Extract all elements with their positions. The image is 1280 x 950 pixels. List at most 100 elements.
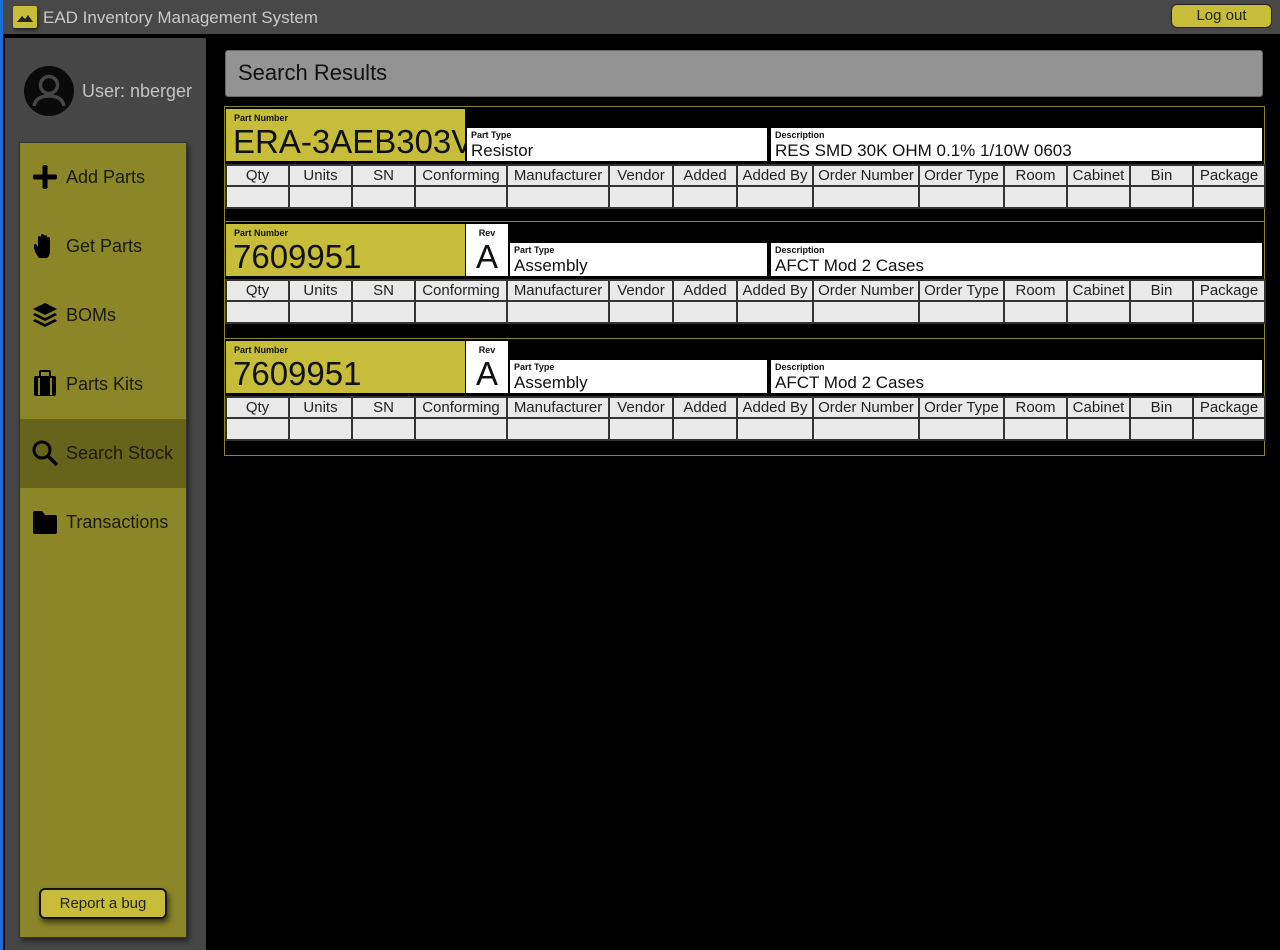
table-cell — [608, 417, 674, 441]
table-cell — [225, 300, 290, 324]
result-card[interactable]: Part Number 7609951 Rev A Part Type Asse… — [224, 338, 1266, 456]
nav-label: BOMs — [66, 305, 117, 325]
rev-box: Rev A — [466, 341, 508, 393]
result-card[interactable]: Part Number ERA-3AEB303V Part Type Resis… — [224, 106, 1266, 222]
nav-label: Transactions — [66, 512, 169, 532]
part-number-label: Part Number — [234, 345, 289, 355]
report-bug-button[interactable]: Report a bug — [39, 888, 167, 919]
suitcase-icon — [34, 370, 56, 396]
part-number-label: Part Number — [234, 228, 289, 238]
logout-button[interactable]: Log out — [1171, 4, 1272, 28]
description-box: Description RES SMD 30K OHM 0.1% 1/10W 0… — [771, 128, 1262, 161]
part-type-label: Part Type — [514, 362, 555, 372]
column-header: Cabinet — [1066, 279, 1131, 302]
description-value: AFCT Mod 2 Cases — [775, 373, 924, 392]
rev-value: A — [475, 355, 498, 392]
table-cell — [1003, 417, 1068, 441]
nav-item-get-parts[interactable]: Get Parts — [20, 212, 186, 281]
table-cell — [351, 185, 416, 209]
column-header: Order Type — [918, 279, 1005, 302]
table-cell — [506, 185, 610, 209]
table-row[interactable] — [225, 300, 1266, 324]
table-row[interactable] — [225, 417, 1266, 441]
result-card[interactable]: Part Number 7609951 Rev A Part Type Asse… — [224, 221, 1266, 339]
column-header: Added By — [736, 279, 814, 302]
table-header-row: Qty Units SN Conforming Manufacturer Ven… — [225, 164, 1266, 187]
column-header: Conforming — [414, 396, 508, 419]
title-bar: EAD Inventory Management System Log out — [3, 0, 1280, 34]
stock-table: Qty Units SN Conforming Manufacturer Ven… — [225, 279, 1266, 324]
table-cell — [288, 417, 353, 441]
table-cell — [812, 185, 920, 209]
sidebar: User: nberger Add Parts Get Parts BOMs P… — [5, 38, 206, 950]
part-type-label: Part Type — [514, 245, 555, 255]
hand-icon — [34, 234, 50, 258]
part-number-box: Part Number ERA-3AEB303V — [226, 109, 473, 161]
table-cell — [1192, 417, 1266, 441]
column-header: Conforming — [414, 279, 508, 302]
app-logo-icon — [13, 6, 37, 28]
table-cell — [812, 417, 920, 441]
column-header: Qty — [225, 396, 290, 419]
column-header: Room — [1003, 396, 1068, 419]
nav-item-boms[interactable]: BOMs — [20, 281, 186, 350]
nav-item-transactions[interactable]: Transactions — [20, 488, 186, 557]
table-cell — [288, 185, 353, 209]
table-cell — [1129, 300, 1194, 324]
table-cell — [1192, 185, 1266, 209]
column-header: Bin — [1129, 279, 1194, 302]
search-icon — [32, 440, 59, 467]
table-cell — [1192, 300, 1266, 324]
rev-label: Rev — [478, 345, 496, 355]
column-header: Units — [288, 164, 353, 187]
rev-box: Rev A — [466, 224, 508, 276]
column-header: Added — [672, 279, 738, 302]
column-header: Package — [1192, 279, 1266, 302]
column-header: Room — [1003, 164, 1068, 187]
column-header: Order Number — [812, 396, 920, 419]
column-header: Added By — [736, 164, 814, 187]
table-cell — [918, 300, 1005, 324]
table-row[interactable] — [225, 185, 1266, 209]
column-header: Units — [288, 279, 353, 302]
column-header: Order Number — [812, 164, 920, 187]
column-header: Cabinet — [1066, 164, 1131, 187]
plus-icon — [33, 165, 57, 189]
column-header: Units — [288, 396, 353, 419]
column-header: SN — [351, 279, 416, 302]
nav-item-add-parts[interactable]: Add Parts — [20, 143, 186, 212]
column-header: Added — [672, 396, 738, 419]
table-cell — [672, 300, 738, 324]
part-type-box: Part Type Resistor — [467, 128, 767, 161]
description-box: Description AFCT Mod 2 Cases — [771, 243, 1262, 276]
part-number-value: ERA-3AEB303V — [233, 123, 474, 160]
nav-item-search-stock[interactable]: Search Stock — [20, 419, 186, 488]
table-cell — [351, 417, 416, 441]
user-avatar-icon — [24, 66, 74, 116]
column-header: Order Number — [812, 279, 920, 302]
table-cell — [608, 300, 674, 324]
column-header: Conforming — [414, 164, 508, 187]
part-number-value: 7609951 — [233, 355, 362, 392]
table-cell — [736, 300, 814, 324]
nav-item-parts-kits[interactable]: Parts Kits — [20, 350, 186, 419]
column-header: Cabinet — [1066, 396, 1131, 419]
column-header: Vendor — [608, 396, 674, 419]
description-label: Description — [775, 362, 825, 372]
nav-label: Search Stock — [66, 443, 174, 463]
nav-label: Add Parts — [66, 167, 146, 187]
folder-icon — [33, 511, 57, 534]
app-title: EAD Inventory Management System — [43, 8, 318, 27]
column-header: SN — [351, 396, 416, 419]
table-cell — [736, 185, 814, 209]
description-value: RES SMD 30K OHM 0.1% 1/10W 0603 — [775, 141, 1072, 160]
column-header: Bin — [1129, 164, 1194, 187]
table-cell — [414, 417, 508, 441]
table-cell — [918, 185, 1005, 209]
stock-table: Qty Units SN Conforming Manufacturer Ven… — [225, 396, 1266, 441]
table-cell — [608, 185, 674, 209]
column-header: Manufacturer — [506, 164, 610, 187]
column-header: Manufacturer — [506, 279, 610, 302]
part-number-box: Part Number 7609951 — [226, 341, 465, 393]
part-type-box: Part Type Assembly — [510, 243, 767, 276]
